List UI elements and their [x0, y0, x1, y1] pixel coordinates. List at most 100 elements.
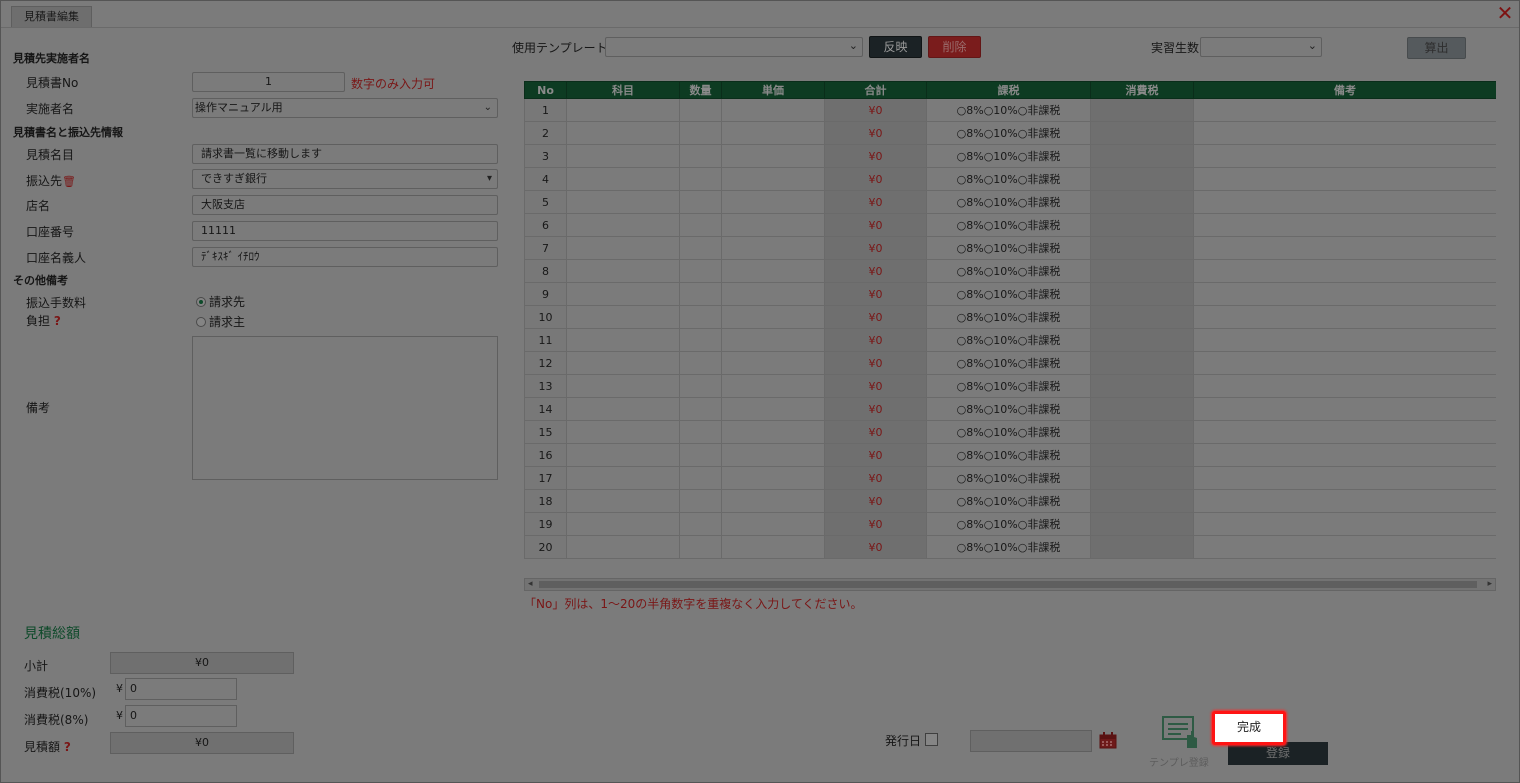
quantity-cell[interactable]: [679, 397, 722, 421]
subject-cell[interactable]: [566, 121, 680, 145]
subject-cell[interactable]: [566, 213, 680, 237]
issue-date-input[interactable]: [970, 730, 1092, 752]
tax-options-cell[interactable]: ○8%○10%○非課税: [926, 443, 1091, 467]
row-notes-cell[interactable]: [1193, 328, 1496, 352]
row-no-cell[interactable]: 12: [524, 351, 567, 375]
unit-price-cell[interactable]: [721, 190, 825, 214]
tax-options-cell[interactable]: ○8%○10%○非課税: [926, 466, 1091, 490]
unit-price-cell[interactable]: [721, 489, 825, 513]
unit-price-cell[interactable]: [721, 282, 825, 306]
issue-date-checkbox[interactable]: [925, 733, 938, 746]
tax10-input[interactable]: 0: [125, 678, 237, 700]
unit-price-cell[interactable]: [721, 466, 825, 490]
row-notes-cell[interactable]: [1193, 259, 1496, 283]
quantity-cell[interactable]: [679, 259, 722, 283]
subject-cell[interactable]: [566, 351, 680, 375]
row-no-cell[interactable]: 4: [524, 167, 567, 191]
delete-button[interactable]: 削除: [928, 36, 981, 58]
quantity-cell[interactable]: [679, 374, 722, 398]
unit-price-cell[interactable]: [721, 374, 825, 398]
notes-textarea[interactable]: [192, 336, 498, 480]
quantity-cell[interactable]: [679, 121, 722, 145]
bank-select[interactable]: できすぎ銀行 ▾: [192, 169, 498, 189]
tax-options-cell[interactable]: ○8%○10%○非課税: [926, 489, 1091, 513]
branch-input[interactable]: 大阪支店: [192, 195, 498, 215]
row-notes-cell[interactable]: [1193, 489, 1496, 513]
tax-options-cell[interactable]: ○8%○10%○非課税: [926, 167, 1091, 191]
tax-options-cell[interactable]: ○8%○10%○非課税: [926, 535, 1091, 559]
calendar-icon[interactable]: [1099, 732, 1117, 749]
quantity-cell[interactable]: [679, 213, 722, 237]
unit-price-cell[interactable]: [721, 98, 825, 122]
row-notes-cell[interactable]: [1193, 397, 1496, 421]
quantity-cell[interactable]: [679, 489, 722, 513]
row-notes-cell[interactable]: [1193, 282, 1496, 306]
unit-price-cell[interactable]: [721, 420, 825, 444]
subject-cell[interactable]: [566, 144, 680, 168]
quantity-cell[interactable]: [679, 466, 722, 490]
row-notes-cell[interactable]: [1193, 351, 1496, 375]
subject-cell[interactable]: [566, 282, 680, 306]
template-register-icon[interactable]: [1161, 715, 1201, 751]
subject-cell[interactable]: [566, 535, 680, 559]
row-notes-cell[interactable]: [1193, 443, 1496, 467]
help-icon[interactable]: ?: [54, 314, 61, 328]
unit-price-cell[interactable]: [721, 167, 825, 191]
unit-price-cell[interactable]: [721, 236, 825, 260]
row-no-cell[interactable]: 3: [524, 144, 567, 168]
tax-options-cell[interactable]: ○8%○10%○非課税: [926, 144, 1091, 168]
close-icon[interactable]: ✕: [1495, 3, 1515, 23]
tax-options-cell[interactable]: ○8%○10%○非課税: [926, 374, 1091, 398]
unit-price-cell[interactable]: [721, 305, 825, 329]
row-no-cell[interactable]: 15: [524, 420, 567, 444]
quantity-cell[interactable]: [679, 351, 722, 375]
implementer-select[interactable]: 操作マニュアル用 ⌄: [192, 98, 498, 118]
subject-cell[interactable]: [566, 167, 680, 191]
register-button[interactable]: 登録: [1228, 742, 1328, 765]
estimate-no-input[interactable]: 1: [192, 72, 345, 92]
unit-price-cell[interactable]: [721, 512, 825, 536]
tax-options-cell[interactable]: ○8%○10%○非課税: [926, 420, 1091, 444]
scroll-left-icon[interactable]: ◂: [528, 579, 533, 590]
unit-price-cell[interactable]: [721, 535, 825, 559]
quantity-cell[interactable]: [679, 190, 722, 214]
account-no-input[interactable]: 11111: [192, 221, 498, 241]
subject-cell[interactable]: [566, 443, 680, 467]
row-notes-cell[interactable]: [1193, 236, 1496, 260]
row-no-cell[interactable]: 16: [524, 443, 567, 467]
row-no-cell[interactable]: 7: [524, 236, 567, 260]
tax-options-cell[interactable]: ○8%○10%○非課税: [926, 213, 1091, 237]
subject-cell[interactable]: [566, 98, 680, 122]
row-notes-cell[interactable]: [1193, 374, 1496, 398]
row-no-cell[interactable]: 19: [524, 512, 567, 536]
row-notes-cell[interactable]: [1193, 213, 1496, 237]
row-no-cell[interactable]: 8: [524, 259, 567, 283]
subject-cell[interactable]: [566, 420, 680, 444]
row-no-cell[interactable]: 18: [524, 489, 567, 513]
row-no-cell[interactable]: 10: [524, 305, 567, 329]
unit-price-cell[interactable]: [721, 259, 825, 283]
tax-options-cell[interactable]: ○8%○10%○非課税: [926, 351, 1091, 375]
template-select[interactable]: ⌄: [605, 37, 863, 57]
unit-price-cell[interactable]: [721, 351, 825, 375]
account-holder-input[interactable]: ﾃﾞｷｽｷﾞ ｲﾁﾛｳ: [192, 247, 498, 267]
row-notes-cell[interactable]: [1193, 121, 1496, 145]
trash-icon[interactable]: 🗑: [62, 175, 76, 188]
quantity-cell[interactable]: [679, 512, 722, 536]
apply-button[interactable]: 反映: [869, 36, 922, 58]
template-register-label[interactable]: テンプレ登録: [1149, 754, 1209, 769]
estimate-name-input[interactable]: 請求書一覧に移動します: [192, 144, 498, 164]
row-notes-cell[interactable]: [1193, 167, 1496, 191]
tax8-input[interactable]: 0: [125, 705, 237, 727]
quantity-cell[interactable]: [679, 282, 722, 306]
row-notes-cell[interactable]: [1193, 305, 1496, 329]
unit-price-cell[interactable]: [721, 121, 825, 145]
row-no-cell[interactable]: 5: [524, 190, 567, 214]
tax-options-cell[interactable]: ○8%○10%○非課税: [926, 190, 1091, 214]
quantity-cell[interactable]: [679, 420, 722, 444]
trainee-count-select[interactable]: ⌄: [1200, 37, 1322, 57]
quantity-cell[interactable]: [679, 98, 722, 122]
tax-options-cell[interactable]: ○8%○10%○非課税: [926, 305, 1091, 329]
row-no-cell[interactable]: 2: [524, 121, 567, 145]
quantity-cell[interactable]: [679, 535, 722, 559]
